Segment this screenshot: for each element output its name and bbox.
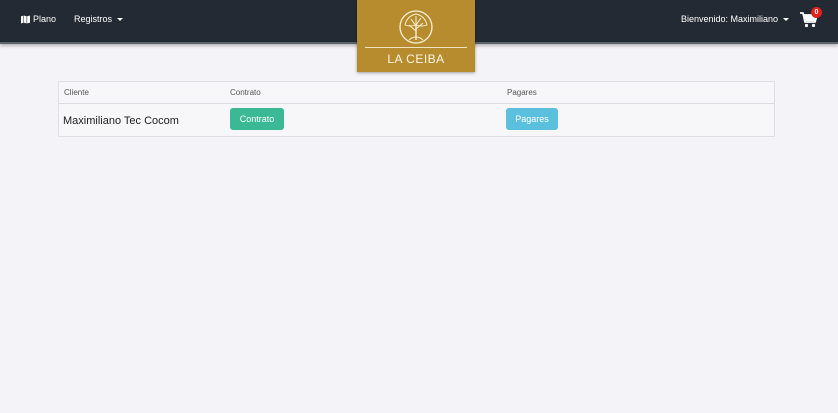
pagares-button[interactable]: Pagares xyxy=(506,108,558,130)
map-icon xyxy=(21,14,30,24)
chevron-down-icon xyxy=(117,17,124,21)
column-header-pagares: Pagares xyxy=(507,88,537,97)
nav-plano-label: Plano xyxy=(33,14,57,24)
logo-text: LA CEIBA xyxy=(387,52,445,66)
nav-registros-label: Registros xyxy=(74,14,113,24)
contrato-button[interactable]: Contrato xyxy=(230,108,284,130)
brand-logo[interactable]: LA CEIBA xyxy=(357,0,475,72)
nav-plano-link[interactable]: Plano xyxy=(21,14,56,24)
table-header-row: Cliente Contrato Pagares xyxy=(59,82,774,104)
chevron-down-icon xyxy=(783,17,789,21)
user-menu-dropdown[interactable]: Bienvenido: Maximiliano xyxy=(681,14,789,24)
cart-count-badge: 0 xyxy=(811,7,822,18)
logo-divider xyxy=(365,47,467,48)
client-name-cell: Maximiliano Tec Cocom xyxy=(63,115,179,127)
clients-table: Cliente Contrato Pagares Maximiliano Tec… xyxy=(58,81,775,137)
nav-registros-dropdown[interactable]: Registros xyxy=(74,14,124,24)
column-header-contrato: Contrato xyxy=(230,88,261,97)
user-greeting-label: Bienvenido: Maximiliano xyxy=(680,14,778,24)
tree-logo-icon xyxy=(399,10,433,44)
column-header-cliente: Cliente xyxy=(64,88,89,97)
